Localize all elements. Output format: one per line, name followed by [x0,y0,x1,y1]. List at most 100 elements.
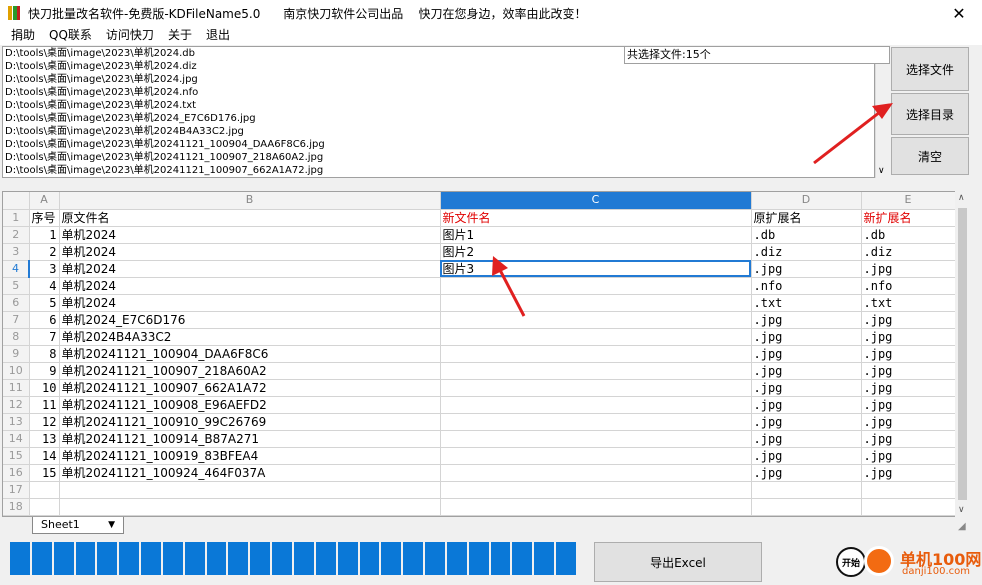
column-header-a[interactable]: A [29,192,60,210]
cell-original-ext[interactable]: .db [751,226,862,244]
select-files-button[interactable]: 选择文件 [891,47,969,91]
row-header[interactable]: 2 [3,226,30,244]
cell-new-name[interactable] [440,311,752,329]
menu-exit[interactable]: 退出 [199,26,237,45]
cell-original-name[interactable]: 单机20241121_100908_E96AEFD2 [59,396,441,414]
cell-index[interactable]: 7 [29,328,60,346]
cell-original-name[interactable]: 单机20241121_100907_662A1A72 [59,379,441,397]
menu-qq-contact[interactable]: QQ联系 [42,26,99,45]
row-header[interactable]: 12 [3,396,30,414]
chevron-up-icon[interactable]: ∧ [958,193,965,203]
cell-new-ext[interactable] [861,481,956,499]
cell-original-ext[interactable]: .jpg [751,430,862,448]
cell-new-name[interactable] [440,345,752,363]
cell-index[interactable]: 9 [29,362,60,380]
cell-new-ext[interactable]: .jpg [861,362,956,380]
header-cell-new-name[interactable]: 新文件名 [440,209,752,227]
scrollbar-thumb[interactable] [958,208,967,500]
cell-original-ext[interactable] [751,481,862,499]
row-header[interactable]: 3 [3,243,30,261]
header-cell-new-ext[interactable]: 新扩展名 [861,209,956,227]
chevron-down-icon[interactable]: ∨ [958,505,965,515]
cell-original-ext[interactable]: .jpg [751,447,862,465]
file-list-item[interactable]: D:\tools\桌面\image\2023\单机20241121_100907… [3,151,874,164]
cell-original-ext[interactable]: .nfo [751,277,862,295]
grid-scrollbar[interactable]: ∧ ∨ [955,191,970,517]
cell-new-name[interactable] [440,413,752,431]
file-list-scrollbar[interactable]: ∨ [875,64,890,178]
column-header-b[interactable]: B [59,192,441,210]
cell-new-name[interactable] [440,362,752,380]
cell-index[interactable]: 4 [29,277,60,295]
file-list[interactable]: D:\tools\桌面\image\2023\单机2024.db D:\tool… [2,46,875,178]
cell-original-name[interactable]: 单机20241121_100924_464F037A [59,464,441,482]
menu-visit[interactable]: 访问快刀 [99,26,161,45]
spreadsheet-grid[interactable]: A B C D E 1 序号 原文件名 新文件名 原扩展名 新扩展名 2 1 单机2… [2,191,970,517]
cell-new-ext[interactable]: .db [861,226,956,244]
row-header[interactable]: 6 [3,294,30,312]
cell-new-name[interactable] [440,481,752,499]
cell-original-ext[interactable]: .jpg [751,464,862,482]
cell-original-name[interactable]: 单机2024 [59,243,441,261]
cell-new-name[interactable]: 图片2 [440,243,752,261]
cell-original-name[interactable] [59,498,441,516]
cell-original-name[interactable]: 单机20241121_100919_83BFEA4 [59,447,441,465]
file-list-item[interactable]: D:\tools\桌面\image\2023\单机2024B4A33C2.jpg [3,125,874,138]
close-icon[interactable]: ✕ [936,0,982,26]
cell-new-ext[interactable]: .nfo [861,277,956,295]
cell-new-ext[interactable]: .jpg [861,464,956,482]
resize-grip-icon[interactable]: ◢ [958,521,966,532]
cell-new-ext[interactable]: .jpg [861,447,956,465]
cell-index[interactable] [29,481,60,499]
menu-about[interactable]: 关于 [161,26,199,45]
cell-new-name[interactable] [440,379,752,397]
select-directory-button[interactable]: 选择目录 [891,93,969,135]
cell-new-ext[interactable]: .diz [861,243,956,261]
chevron-down-icon[interactable]: ▼ [108,517,115,533]
cell-original-name[interactable]: 单机20241121_100914_B87A271 [59,430,441,448]
row-header[interactable]: 9 [3,345,30,363]
cell-index[interactable]: 15 [29,464,60,482]
row-header[interactable]: 5 [3,277,30,295]
cell-index[interactable]: 6 [29,311,60,329]
menu-donate[interactable]: 捐助 [4,26,42,45]
cell-index[interactable] [29,498,60,516]
chevron-down-icon[interactable]: ∨ [878,166,885,176]
cell-original-name[interactable]: 单机20241121_100904_DAA6F8C6 [59,345,441,363]
cell-original-ext[interactable] [751,498,862,516]
header-cell-original-ext[interactable]: 原扩展名 [751,209,862,227]
select-all-corner[interactable] [3,192,30,210]
export-excel-button[interactable]: 导出Excel [594,542,762,582]
cell-new-name[interactable] [440,447,752,465]
cell-new-name[interactable] [440,294,752,312]
cell-original-name[interactable]: 单机2024 [59,260,441,278]
row-header[interactable]: 18 [3,498,30,516]
cell-new-ext[interactable]: .jpg [861,328,956,346]
cell-original-name[interactable]: 单机20241121_100910_99C26769 [59,413,441,431]
cell-index[interactable]: 5 [29,294,60,312]
cell-index[interactable]: 12 [29,413,60,431]
cell-new-ext[interactable]: .jpg [861,430,956,448]
cell-original-ext[interactable]: .diz [751,243,862,261]
cell-new-ext[interactable]: .jpg [861,396,956,414]
cell-original-ext[interactable]: .jpg [751,260,862,278]
cell-original-name[interactable]: 单机2024 [59,294,441,312]
cell-new-name[interactable]: 图片1 [440,226,752,244]
cell-new-ext[interactable] [861,498,956,516]
row-header[interactable]: 13 [3,413,30,431]
cell-original-ext[interactable]: .jpg [751,413,862,431]
cell-original-name[interactable]: 单机2024B4A33C2 [59,328,441,346]
cell-index[interactable]: 3 [29,260,60,278]
cell-index[interactable]: 8 [29,345,60,363]
column-header-c[interactable]: C [440,192,752,210]
cell-new-name[interactable] [440,464,752,482]
row-header[interactable]: 11 [3,379,30,397]
row-header[interactable]: 8 [3,328,30,346]
row-header[interactable]: 16 [3,464,30,482]
cell-original-name[interactable]: 单机2024 [59,226,441,244]
cell-index[interactable]: 1 [29,226,60,244]
cell-original-ext[interactable]: .txt [751,294,862,312]
cell-new-ext[interactable]: .jpg [861,413,956,431]
file-list-item[interactable]: D:\tools\桌面\image\2023\单机2024.jpg [3,73,874,86]
cell-new-name[interactable]: 图片3 [440,260,752,278]
